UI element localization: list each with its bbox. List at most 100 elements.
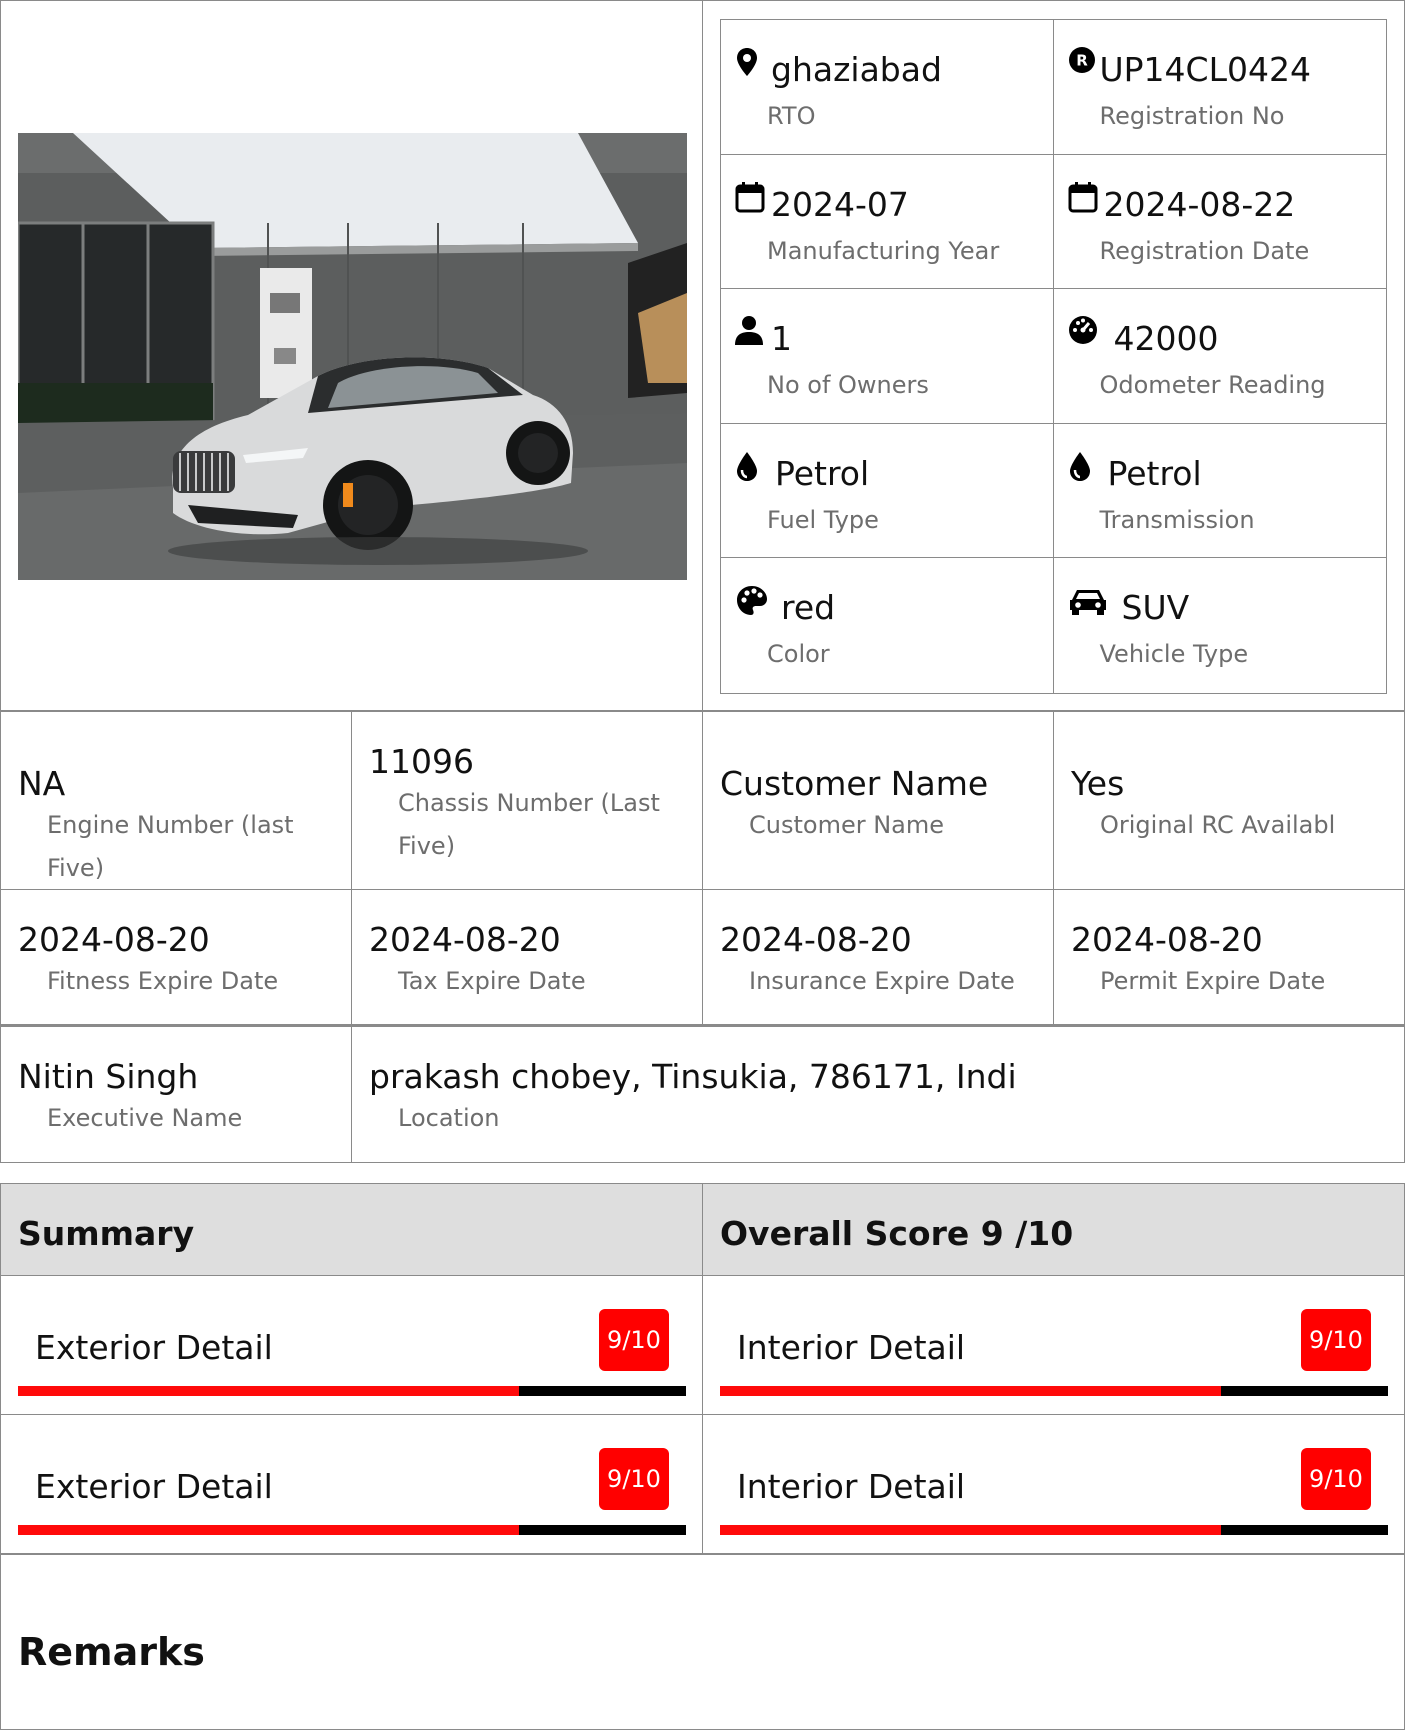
spec-value: 2024-08-22 — [1103, 184, 1296, 224]
detail-label: Tax Expire Date — [398, 967, 586, 995]
vehicle-photo — [18, 133, 687, 580]
spec-color: red Color — [721, 558, 1054, 693]
detail-value: 2024-08-20 — [720, 920, 912, 959]
score-bar — [720, 1386, 1388, 1396]
score-item-name: Interior Detail — [737, 1467, 966, 1506]
score-badge: 9/10 — [599, 1309, 669, 1371]
spec-value: red — [781, 588, 836, 628]
spec-value: UP14CL0424 — [1099, 50, 1311, 89]
score-item: Interior Detail 9/10 — [703, 1276, 1405, 1415]
calendar-icon — [1068, 181, 1097, 213]
spec-value: 42000 — [1113, 319, 1219, 359]
registered-icon: R — [1068, 47, 1095, 73]
calendar-icon — [735, 181, 765, 213]
spec-rto: ghaziabad RTO — [721, 20, 1054, 155]
detail-value: 2024-08-20 — [1071, 920, 1263, 959]
spec-vehicle-type: SUV Vehicle Type — [1054, 558, 1387, 693]
score-bar — [18, 1386, 686, 1396]
vehicle-specs-grid: ghaziabad RTO R UP14CL0424 Registration … — [720, 19, 1387, 694]
spec-label: Transmission — [1099, 505, 1255, 534]
detail-chassis-number: 11096 Chassis Number (Last Five) — [352, 712, 703, 890]
car-icon — [1069, 590, 1106, 616]
spec-value: Petrol — [1107, 453, 1202, 493]
vehicle-specs-panel: ghaziabad RTO R UP14CL0424 Registration … — [703, 0, 1405, 711]
score-bar — [18, 1525, 686, 1535]
score-badge: 9/10 — [1301, 1448, 1371, 1510]
score-item: Exterior Detail 9/10 — [0, 1415, 703, 1554]
detail-tax-expire: 2024-08-20 Tax Expire Date — [352, 890, 703, 1025]
speedometer-icon — [1068, 316, 1097, 345]
svg-text:R: R — [1076, 52, 1088, 70]
score-bar-fill — [720, 1525, 1221, 1535]
detail-engine-number: NA Engine Number (last Five) — [0, 712, 352, 890]
user-icon — [735, 316, 763, 346]
score-bar — [720, 1525, 1388, 1535]
spec-label: Registration Date — [1099, 236, 1310, 265]
detail-insurance-expire: 2024-08-20 Insurance Expire Date — [703, 890, 1054, 1025]
summary-title: Summary — [18, 1214, 195, 1253]
score-item: Exterior Detail 9/10 — [0, 1276, 703, 1415]
detail-label: Engine Number (last Five) — [47, 811, 294, 882]
score-item-name: Exterior Detail — [35, 1467, 273, 1506]
detail-label: Permit Expire Date — [1100, 967, 1326, 995]
detail-value: Nitin Singh — [18, 1057, 199, 1096]
score-bar-fill — [720, 1386, 1221, 1396]
detail-value: Customer Name — [720, 764, 989, 803]
spec-label: Vehicle Type — [1099, 640, 1249, 669]
detail-location: prakash chobey, Tinsukia, 786171, Indi L… — [352, 1027, 1405, 1163]
detail-value: 2024-08-20 — [18, 920, 210, 959]
detail-customer-name: Customer Name Customer Name — [703, 712, 1054, 890]
spec-label: Manufacturing Year — [767, 236, 1000, 265]
detail-label: Fitness Expire Date — [47, 967, 279, 995]
spec-transmission: Petrol Transmission — [1053, 424, 1386, 559]
detail-label: Original RC Availabl — [1100, 811, 1336, 839]
detail-executive-name: Nitin Singh Executive Name — [0, 1027, 352, 1163]
score-bar-fill — [18, 1386, 519, 1396]
palette-icon — [737, 586, 767, 616]
score-item-name: Interior Detail — [737, 1328, 966, 1367]
fuel-drop-icon — [737, 451, 757, 481]
spec-value: SUV — [1121, 588, 1190, 628]
score-badge: 9/10 — [599, 1448, 669, 1510]
spec-label: Registration No — [1099, 102, 1285, 130]
overall-score: Overall Score 9 /10 — [720, 1214, 1074, 1253]
spec-manufacturing-year: 2024-07 Manufacturing Year — [721, 154, 1054, 290]
spec-odometer-reading: 42000 Odometer Reading — [1053, 289, 1386, 424]
inspection-report: ghaziabad RTO R UP14CL0424 Registration … — [0, 0, 1405, 1730]
detail-value: Yes — [1071, 764, 1125, 803]
detail-permit-expire: 2024-08-20 Permit Expire Date — [1054, 890, 1405, 1025]
score-item: Interior Detail 9/10 — [703, 1415, 1405, 1554]
overall-score-header: Overall Score 9 /10 — [703, 1183, 1405, 1276]
detail-value: 11096 — [369, 742, 474, 781]
spec-value: 1 — [771, 319, 792, 359]
spec-label: RTO — [767, 102, 816, 130]
detail-label: Executive Name — [47, 1104, 243, 1132]
spec-label: No of Owners — [767, 371, 929, 400]
detail-original-rc: Yes Original RC Availabl — [1054, 712, 1405, 890]
spec-no-of-owners: 1 No of Owners — [721, 289, 1054, 424]
detail-label: Customer Name — [749, 811, 945, 839]
summary-header: Summary — [0, 1183, 703, 1276]
spec-value: ghaziabad — [771, 50, 942, 89]
vehicle-photo-panel — [0, 0, 703, 711]
spec-label: Fuel Type — [767, 505, 879, 534]
detail-value: 2024-08-20 — [369, 920, 561, 959]
detail-value: prakash chobey, Tinsukia, 786171, Indi — [369, 1057, 1017, 1096]
spec-label: Odometer Reading — [1099, 371, 1326, 400]
fuel-drop-icon — [1069, 451, 1090, 481]
spec-registration-date: 2024-08-22 Registration Date — [1053, 155, 1386, 290]
score-bar-fill — [18, 1525, 519, 1535]
spec-value: 2024-07 — [771, 184, 909, 224]
detail-label: Chassis Number (Last Five) — [398, 789, 660, 860]
spec-registration-no: R UP14CL0424 Registration No — [1053, 20, 1386, 155]
detail-fitness-expire: 2024-08-20 Fitness Expire Date — [0, 890, 352, 1025]
detail-label: Location — [398, 1104, 500, 1132]
score-badge: 9/10 — [1301, 1309, 1371, 1371]
spec-label: Color — [767, 640, 830, 669]
detail-label: Insurance Expire Date — [749, 967, 1015, 995]
map-pin-icon — [737, 48, 757, 76]
score-item-name: Exterior Detail — [35, 1328, 273, 1367]
remarks-title: Remarks — [18, 1630, 205, 1674]
detail-value: NA — [18, 764, 66, 803]
spec-fuel-type: Petrol Fuel Type — [721, 423, 1054, 559]
